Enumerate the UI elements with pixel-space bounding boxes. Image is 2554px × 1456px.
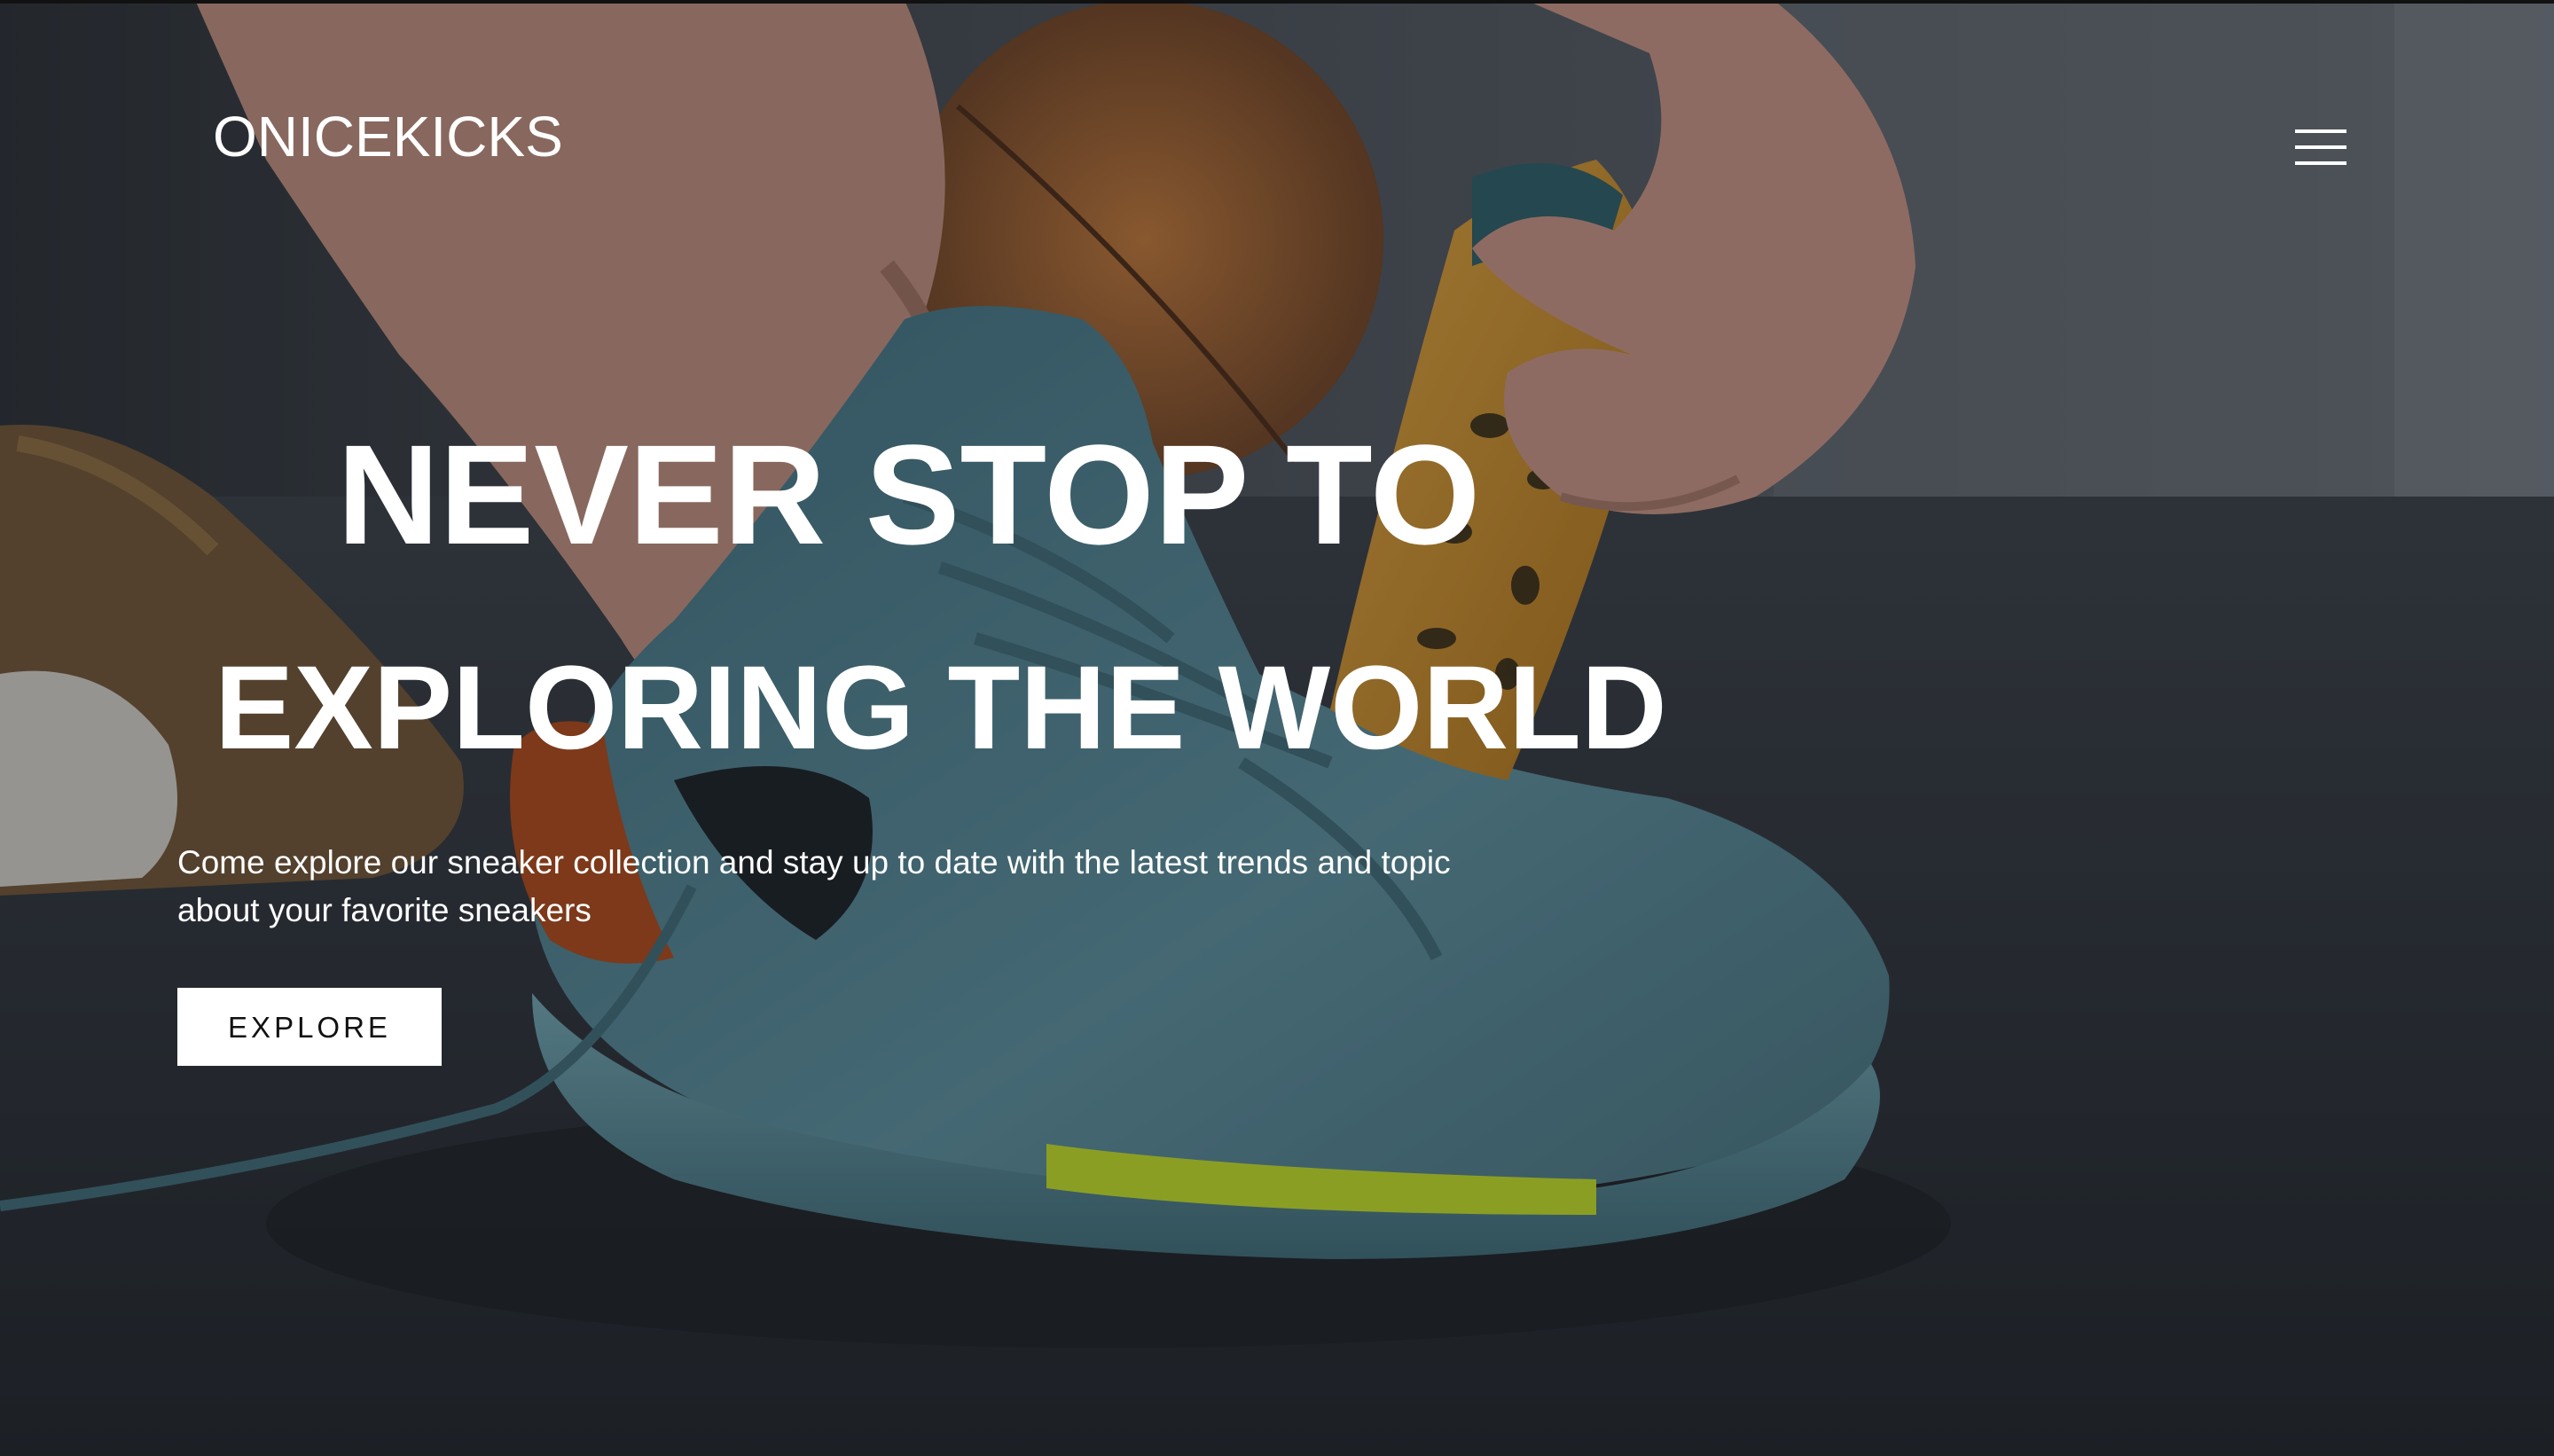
explore-button[interactable]: EXPLORE: [177, 988, 442, 1066]
site-logo[interactable]: ONICEKICKS: [213, 108, 563, 165]
hamburger-menu-icon[interactable]: [2292, 126, 2352, 172]
menu-bar-top: [2295, 129, 2346, 133]
landing-page: ONICEKICKS NEVER STOP TO EXPLORING THE W…: [0, 0, 2554, 1456]
hero-headline-line-1: NEVER STOP TO: [337, 415, 1481, 574]
menu-bar-middle: [2295, 145, 2346, 149]
hero-subtitle: Come explore our sneaker collection and …: [177, 844, 1451, 928]
top-border: [0, 0, 2554, 4]
hero-headline-line-2: EXPLORING THE WORLD: [215, 642, 1667, 774]
menu-bar-bottom: [2295, 161, 2346, 165]
